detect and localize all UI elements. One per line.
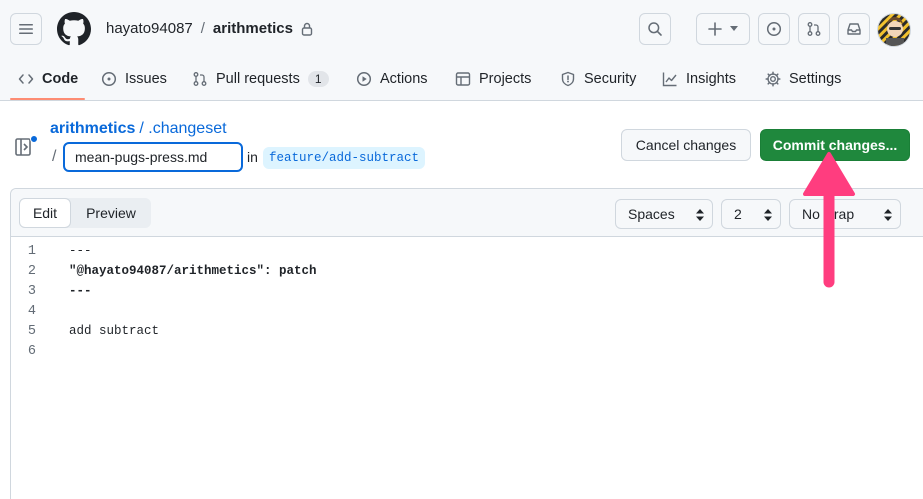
graph-icon xyxy=(662,72,677,87)
hamburger-icon xyxy=(19,24,33,34)
line-text: "@hayato94087/arithmetics": patch xyxy=(69,264,317,278)
plus-icon xyxy=(708,22,722,36)
file-path-breadcrumb: arithmetics / .changeset xyxy=(50,120,227,138)
lock-icon xyxy=(301,22,313,36)
code-line[interactable]: 1 --- xyxy=(11,241,923,261)
tab-code-label: Code xyxy=(42,71,79,87)
github-logo-icon[interactable] xyxy=(57,12,91,46)
line-text: --- xyxy=(69,244,92,258)
pull-requests-counter: 1 xyxy=(307,71,329,87)
tab-projects-label: Projects xyxy=(479,71,532,87)
filename-input[interactable] xyxy=(63,142,243,172)
tab-pull-requests-label: Pull requests xyxy=(216,71,300,87)
select-arrows-icon xyxy=(884,209,892,221)
file-path-bar: arithmetics / .changeset / in feature/ad… xyxy=(0,110,923,186)
indent-size-value: 2 xyxy=(734,206,742,222)
tab-insights[interactable]: Insights xyxy=(662,68,736,90)
select-arrows-icon xyxy=(696,209,704,221)
line-text: --- xyxy=(69,284,92,298)
repo-owner-link[interactable]: hayato94087 xyxy=(106,20,193,37)
gear-icon xyxy=(765,71,781,87)
repo-name-link[interactable]: arithmetics xyxy=(213,20,293,37)
code-line[interactable]: 5 add subtract xyxy=(11,321,923,341)
global-header: hayato94087 / arithmetics Code Issues Pu… xyxy=(0,0,923,101)
commit-changes-button[interactable]: Commit changes... xyxy=(760,129,910,161)
code-icon xyxy=(18,74,34,84)
branch-in-label: in xyxy=(247,149,258,165)
indent-size-select[interactable]: 2 xyxy=(721,199,781,229)
line-number: 4 xyxy=(27,303,36,319)
wrap-mode-select[interactable]: No wrap xyxy=(789,199,901,229)
tab-issues-label: Issues xyxy=(125,71,167,87)
tab-issues[interactable]: Issues xyxy=(101,68,167,90)
tab-projects[interactable]: Projects xyxy=(455,68,531,90)
edit-preview-toggle: Edit Preview xyxy=(19,198,151,228)
code-line[interactable]: 6 xyxy=(11,341,923,361)
issue-opened-icon xyxy=(766,21,782,37)
table-icon xyxy=(455,72,471,86)
path-separator: / xyxy=(52,148,57,165)
indent-mode-value: Spaces xyxy=(628,206,675,222)
tab-actions[interactable]: Actions xyxy=(356,68,428,90)
repo-breadcrumb: hayato94087 / arithmetics xyxy=(106,20,313,37)
editor-toolbar: Edit Preview Spaces 2 No wrap xyxy=(11,189,923,237)
tab-insights-label: Insights xyxy=(686,71,736,87)
tab-security-label: Security xyxy=(584,71,637,87)
code-line[interactable]: 4 xyxy=(11,301,923,321)
indent-mode-select[interactable]: Spaces xyxy=(615,199,713,229)
code-line[interactable]: 3 --- xyxy=(11,281,923,301)
active-tab-underline xyxy=(10,98,85,100)
path-folder-link[interactable]: / .changeset xyxy=(139,120,226,138)
create-new-button[interactable] xyxy=(696,13,750,45)
play-icon xyxy=(356,71,372,87)
code-line[interactable]: 2 "@hayato94087/arithmetics": patch xyxy=(11,261,923,281)
triangle-down-icon xyxy=(730,26,738,31)
path-repo-link[interactable]: arithmetics xyxy=(50,120,135,138)
search-icon xyxy=(648,22,662,36)
menu-button[interactable] xyxy=(10,13,42,45)
select-arrows-icon xyxy=(764,209,772,221)
edit-tab[interactable]: Edit xyxy=(19,198,71,228)
line-number: 6 xyxy=(27,343,36,359)
preview-tab[interactable]: Preview xyxy=(71,198,151,228)
shield-icon xyxy=(561,71,575,87)
issues-shortcut-button[interactable] xyxy=(758,13,790,45)
inbox-button[interactable] xyxy=(838,13,870,45)
git-pull-request-icon xyxy=(807,22,821,36)
line-number: 5 xyxy=(27,323,36,339)
tab-actions-label: Actions xyxy=(380,71,428,87)
unsaved-indicator-dot xyxy=(30,135,38,143)
user-avatar[interactable] xyxy=(877,13,911,47)
wrap-mode-value: No wrap xyxy=(802,206,855,222)
tab-settings[interactable]: Settings xyxy=(765,68,841,90)
editor-lines[interactable]: 1 --- 2 "@hayato94087/arithmetics": patc… xyxy=(11,241,923,361)
repo-nav-tabs: Code Issues Pull requests 1 Actions Proj… xyxy=(0,58,923,101)
tab-security[interactable]: Security xyxy=(560,68,636,90)
code-editor: Edit Preview Spaces 2 No wrap 1 --- 2 "@… xyxy=(10,188,923,499)
inbox-icon xyxy=(847,23,861,35)
search-button[interactable] xyxy=(639,13,671,45)
breadcrumb-separator: / xyxy=(200,20,205,37)
git-pull-request-icon xyxy=(193,72,207,86)
cancel-changes-button[interactable]: Cancel changes xyxy=(621,129,751,161)
line-number: 3 xyxy=(27,283,36,299)
issue-opened-icon xyxy=(101,71,117,87)
line-number: 2 xyxy=(27,263,36,279)
top-bar: hayato94087 / arithmetics xyxy=(0,0,923,58)
tab-pull-requests[interactable]: Pull requests 1 xyxy=(192,68,329,90)
tab-settings-label: Settings xyxy=(789,71,842,87)
tab-code[interactable]: Code xyxy=(18,68,78,90)
pull-requests-shortcut-button[interactable] xyxy=(798,13,830,45)
branch-name-label[interactable]: feature/add-subtract xyxy=(263,147,426,169)
line-number: 1 xyxy=(27,243,36,259)
line-text: add subtract xyxy=(69,324,160,338)
